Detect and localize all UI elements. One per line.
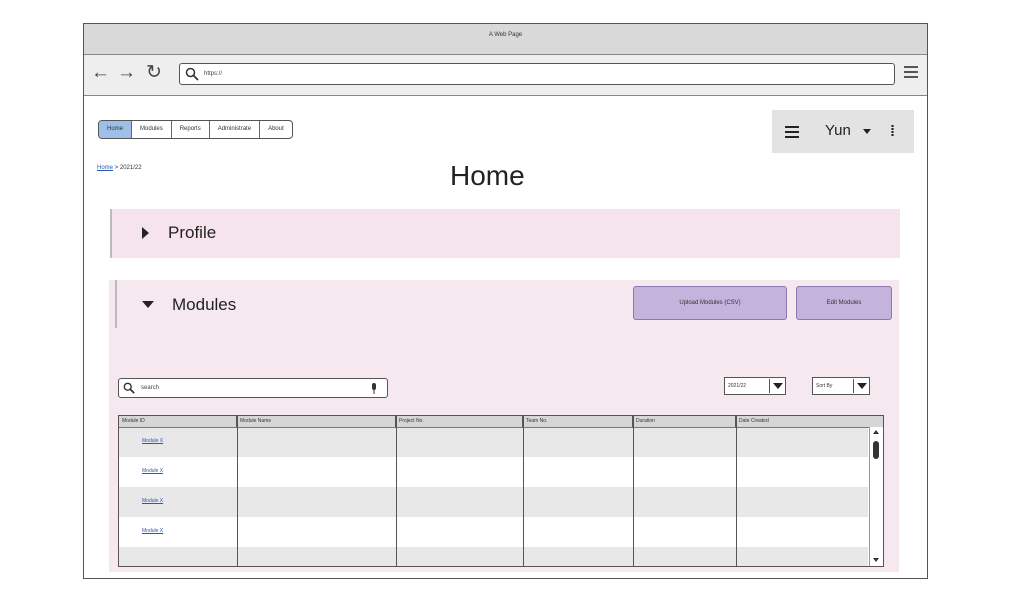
table-row[interactable] bbox=[119, 517, 868, 547]
url-bar[interactable]: https:// bbox=[179, 63, 895, 85]
scroll-up-icon[interactable] bbox=[873, 430, 879, 434]
table-row[interactable] bbox=[119, 457, 868, 487]
microphone-icon[interactable] bbox=[371, 383, 377, 394]
module-link[interactable]: Module X bbox=[142, 528, 163, 534]
collapse-down-icon[interactable] bbox=[142, 301, 154, 308]
column-header[interactable]: Date Created bbox=[736, 416, 883, 427]
column-header[interactable]: Module ID bbox=[119, 416, 237, 427]
tab-about[interactable]: About bbox=[260, 121, 292, 138]
column-header[interactable]: Team No. bbox=[523, 416, 633, 427]
modules-table: Module ID Module Name Project No. Team N… bbox=[118, 415, 884, 567]
table-scrollbar[interactable] bbox=[869, 427, 883, 566]
sort-by-select[interactable]: Sort By bbox=[812, 377, 870, 395]
chevron-down-icon[interactable] bbox=[863, 129, 871, 134]
reload-icon[interactable]: ↻ bbox=[146, 63, 162, 83]
breadcrumb-home-link[interactable]: Home bbox=[97, 165, 113, 171]
upload-modules-button[interactable]: Upload Modules (CSV) bbox=[633, 286, 787, 320]
profile-label: Profile bbox=[168, 223, 217, 242]
search-placeholder: search bbox=[141, 385, 160, 391]
module-link[interactable]: Module X bbox=[142, 468, 163, 474]
main-nav-tabs: Home Modules Reports Administrate About bbox=[98, 120, 293, 139]
expand-right-icon[interactable] bbox=[142, 227, 149, 239]
column-header[interactable]: Duration bbox=[633, 416, 736, 427]
browser-window: A Web Page ← → ↻ https:// Home Modules R… bbox=[83, 23, 928, 579]
column-divider bbox=[396, 416, 397, 566]
module-link[interactable]: Module X bbox=[142, 498, 163, 504]
year-select[interactable]: 2021/22 bbox=[724, 377, 786, 395]
table-row[interactable] bbox=[119, 547, 868, 566]
search-icon bbox=[123, 382, 135, 394]
table-header: Module ID Module Name Project No. Team N… bbox=[119, 416, 883, 428]
year-select-value: 2021/22 bbox=[728, 383, 747, 389]
profile-accordion[interactable]: Profile bbox=[110, 209, 900, 258]
column-header[interactable]: Project No. bbox=[396, 416, 523, 427]
dropdown-arrow-icon[interactable] bbox=[853, 379, 870, 393]
url-text: https:// bbox=[204, 71, 223, 77]
column-divider bbox=[523, 416, 524, 566]
modules-accordion: Modules Upload Modules (CSV) Edit Module… bbox=[109, 280, 899, 572]
scroll-down-icon[interactable] bbox=[873, 558, 879, 562]
browser-menu-icon[interactable] bbox=[904, 66, 918, 81]
tab-home[interactable]: Home bbox=[99, 121, 133, 138]
browser-toolbar: ← → ↻ https:// bbox=[84, 55, 927, 96]
user-menu: Yun ⁞ bbox=[772, 110, 914, 153]
table-row[interactable] bbox=[119, 487, 868, 517]
window-title: A Web Page bbox=[84, 24, 927, 55]
module-link[interactable]: Module X bbox=[142, 438, 163, 444]
search-input[interactable]: search bbox=[118, 378, 388, 398]
tab-administrate[interactable]: Administrate bbox=[210, 121, 261, 138]
tab-modules[interactable]: Modules bbox=[132, 121, 172, 138]
column-divider bbox=[237, 416, 238, 566]
back-arrow-icon[interactable]: ← bbox=[91, 63, 110, 83]
column-divider bbox=[736, 416, 737, 566]
breadcrumb: Home > 2021/22 bbox=[97, 164, 142, 172]
scroll-thumb[interactable] bbox=[873, 441, 879, 459]
search-icon bbox=[185, 67, 199, 81]
breadcrumb-current: 2021/22 bbox=[119, 165, 142, 171]
panel-divider bbox=[115, 280, 117, 328]
dropdown-arrow-icon[interactable] bbox=[769, 379, 786, 393]
breadcrumb-separator: > bbox=[114, 165, 119, 171]
tab-reports[interactable]: Reports bbox=[172, 121, 210, 138]
sort-select-value: Sort By bbox=[816, 383, 833, 389]
modules-label: Modules bbox=[172, 295, 237, 314]
column-header[interactable]: Module Name bbox=[237, 416, 396, 427]
forward-arrow-icon[interactable]: → bbox=[117, 63, 136, 83]
edit-modules-button[interactable]: Edit Modules bbox=[796, 286, 892, 320]
column-divider bbox=[633, 416, 634, 566]
user-name[interactable]: Yun bbox=[825, 122, 851, 140]
hamburger-menu-icon[interactable] bbox=[785, 126, 799, 138]
page-title: Home bbox=[450, 160, 525, 191]
more-options-icon[interactable]: ⁞ bbox=[890, 124, 895, 140]
table-row[interactable] bbox=[119, 427, 868, 457]
